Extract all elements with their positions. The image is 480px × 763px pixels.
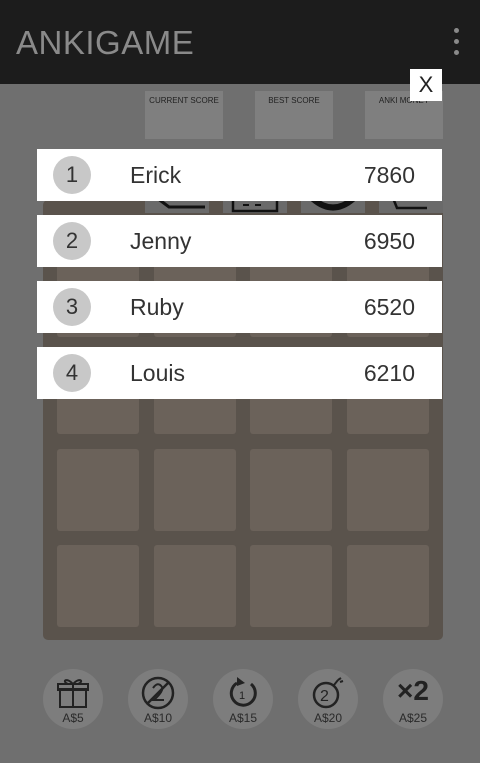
app-title: ANKIGAME <box>16 24 195 61</box>
current-score-box: CURRENT SCORE <box>145 91 223 139</box>
leaderboard-row: 1 Erick 7860 <box>37 149 442 201</box>
board-tile <box>250 449 332 531</box>
player-name: Louis <box>130 360 185 386</box>
board-tile <box>154 545 236 627</box>
board-tile <box>154 449 236 531</box>
svg-text:1: 1 <box>239 690 245 702</box>
double-price: A$25 <box>398 711 428 725</box>
gift-powerup-button[interactable]: A$5 <box>43 669 103 729</box>
player-score: 6950 <box>363 228 415 254</box>
board-tile <box>57 449 139 531</box>
double-powerup-button[interactable]: ×2 A$25 <box>383 669 443 729</box>
close-button[interactable]: X <box>410 69 442 101</box>
leaderboard-row: 2 Jenny 6950 <box>37 215 442 267</box>
gift-icon <box>57 679 89 708</box>
player-score: 6520 <box>363 294 415 320</box>
leaderboard-row: 3 Ruby 6520 <box>37 281 442 333</box>
current-score-label: CURRENT SCORE <box>149 96 219 105</box>
more-vert-icon[interactable] <box>444 26 468 58</box>
player-name: Ruby <box>130 294 184 320</box>
double-icon: ×2 <box>397 675 429 706</box>
player-score: 7860 <box>363 162 415 188</box>
board-tile <box>57 545 139 627</box>
leaderboard-row: 4 Louis 6210 <box>37 347 442 399</box>
bomb-price: A$20 <box>313 711 343 725</box>
undo-powerup-button[interactable]: 1 A$15 <box>213 669 273 729</box>
board-tile <box>347 449 429 531</box>
rank-badge: 1 <box>53 156 91 194</box>
rank-badge: 3 <box>53 288 91 326</box>
board-tile <box>250 545 332 627</box>
remove-twos-powerup-button[interactable]: A$10 <box>128 669 188 729</box>
app-bar: ANKIGAME <box>0 0 480 84</box>
bomb-icon: 2 <box>312 677 344 709</box>
undo-icon: 1 <box>229 677 257 707</box>
no-two-icon <box>141 676 175 710</box>
player-name: Erick <box>130 162 182 188</box>
bomb-powerup-button[interactable]: 2 A$20 <box>298 669 358 729</box>
player-name: Jenny <box>130 228 192 254</box>
undo-price: A$15 <box>228 711 258 725</box>
best-score-box: BEST SCORE <box>255 91 333 139</box>
gift-price: A$5 <box>62 711 84 725</box>
svg-text:2: 2 <box>320 688 329 705</box>
rank-badge: 4 <box>53 354 91 392</box>
best-score-label: BEST SCORE <box>268 96 320 105</box>
board-tile <box>347 545 429 627</box>
rank-badge: 2 <box>53 222 91 260</box>
remove-twos-price: A$10 <box>143 711 173 725</box>
player-score: 6210 <box>363 360 415 386</box>
